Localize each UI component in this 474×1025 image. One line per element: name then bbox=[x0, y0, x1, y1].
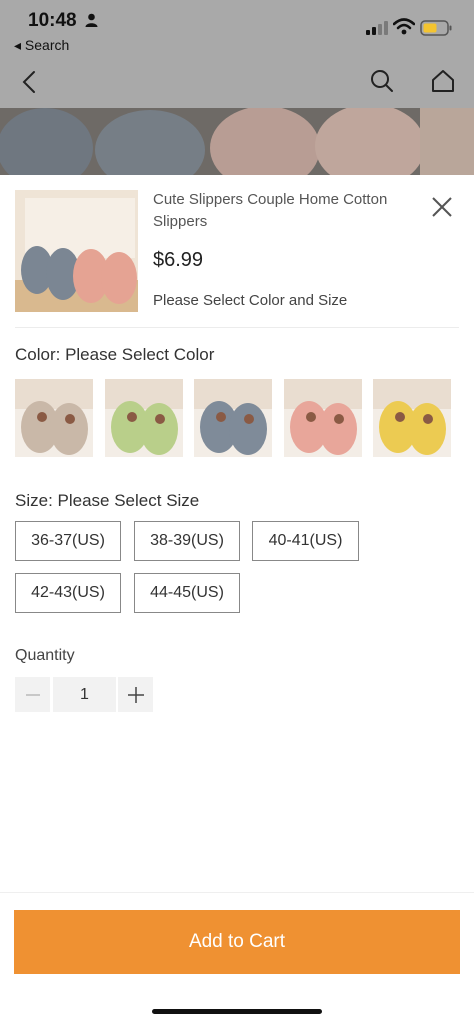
quantity-input[interactable]: 1 bbox=[53, 677, 116, 712]
status-bar: 10:48 ◂ Search bbox=[0, 0, 474, 58]
quantity-decrement-button[interactable] bbox=[15, 677, 50, 712]
quantity-label: Quantity bbox=[15, 647, 75, 664]
person-icon bbox=[85, 13, 98, 32]
size-option-button[interactable]: 42-43(US) bbox=[15, 573, 121, 613]
minus-icon bbox=[25, 693, 40, 696]
divider bbox=[15, 327, 459, 328]
color-label: Color: Please Select Color bbox=[15, 345, 215, 364]
color-option-green[interactable] bbox=[104, 379, 183, 457]
home-icon[interactable] bbox=[431, 69, 455, 98]
size-option-button[interactable]: 44-45(US) bbox=[134, 573, 240, 613]
color-option-yellow[interactable] bbox=[373, 379, 451, 457]
add-to-cart-button[interactable]: Add to Cart bbox=[14, 910, 460, 974]
close-icon[interactable] bbox=[428, 193, 456, 221]
selection-hint: Please Select Color and Size bbox=[153, 292, 348, 309]
search-icon[interactable] bbox=[370, 69, 394, 98]
product-options-sheet: Cute Slippers Couple Home Cotton Slipper… bbox=[0, 175, 474, 1025]
color-option-gray-brown[interactable] bbox=[15, 379, 93, 457]
product-title: Cute Slippers Couple Home Cotton Slipper… bbox=[153, 191, 388, 230]
size-option-button[interactable]: 36-37(US) bbox=[15, 521, 121, 561]
home-indicator bbox=[152, 1009, 322, 1014]
signal-icon bbox=[366, 21, 388, 40]
status-time: 10:48 bbox=[28, 10, 77, 31]
plus-icon bbox=[127, 686, 144, 703]
back-to-search-link[interactable]: ◂ Search bbox=[14, 37, 69, 54]
back-chevron-icon[interactable] bbox=[20, 70, 40, 99]
quantity-increment-button[interactable] bbox=[118, 677, 153, 712]
divider bbox=[0, 892, 474, 893]
product-banner-image bbox=[0, 108, 474, 175]
battery-icon bbox=[420, 20, 452, 41]
size-option-button[interactable]: 40-41(US) bbox=[252, 521, 359, 561]
product-price: $6.99 bbox=[153, 249, 204, 271]
wifi-icon bbox=[392, 18, 416, 40]
product-thumbnail bbox=[15, 190, 138, 312]
color-option-gray-blue[interactable] bbox=[194, 379, 272, 457]
size-label: Size: Please Select Size bbox=[15, 491, 200, 510]
nav-bar bbox=[0, 58, 474, 108]
size-option-button[interactable]: 38-39(US) bbox=[134, 521, 240, 561]
color-option-pink[interactable] bbox=[283, 379, 362, 457]
